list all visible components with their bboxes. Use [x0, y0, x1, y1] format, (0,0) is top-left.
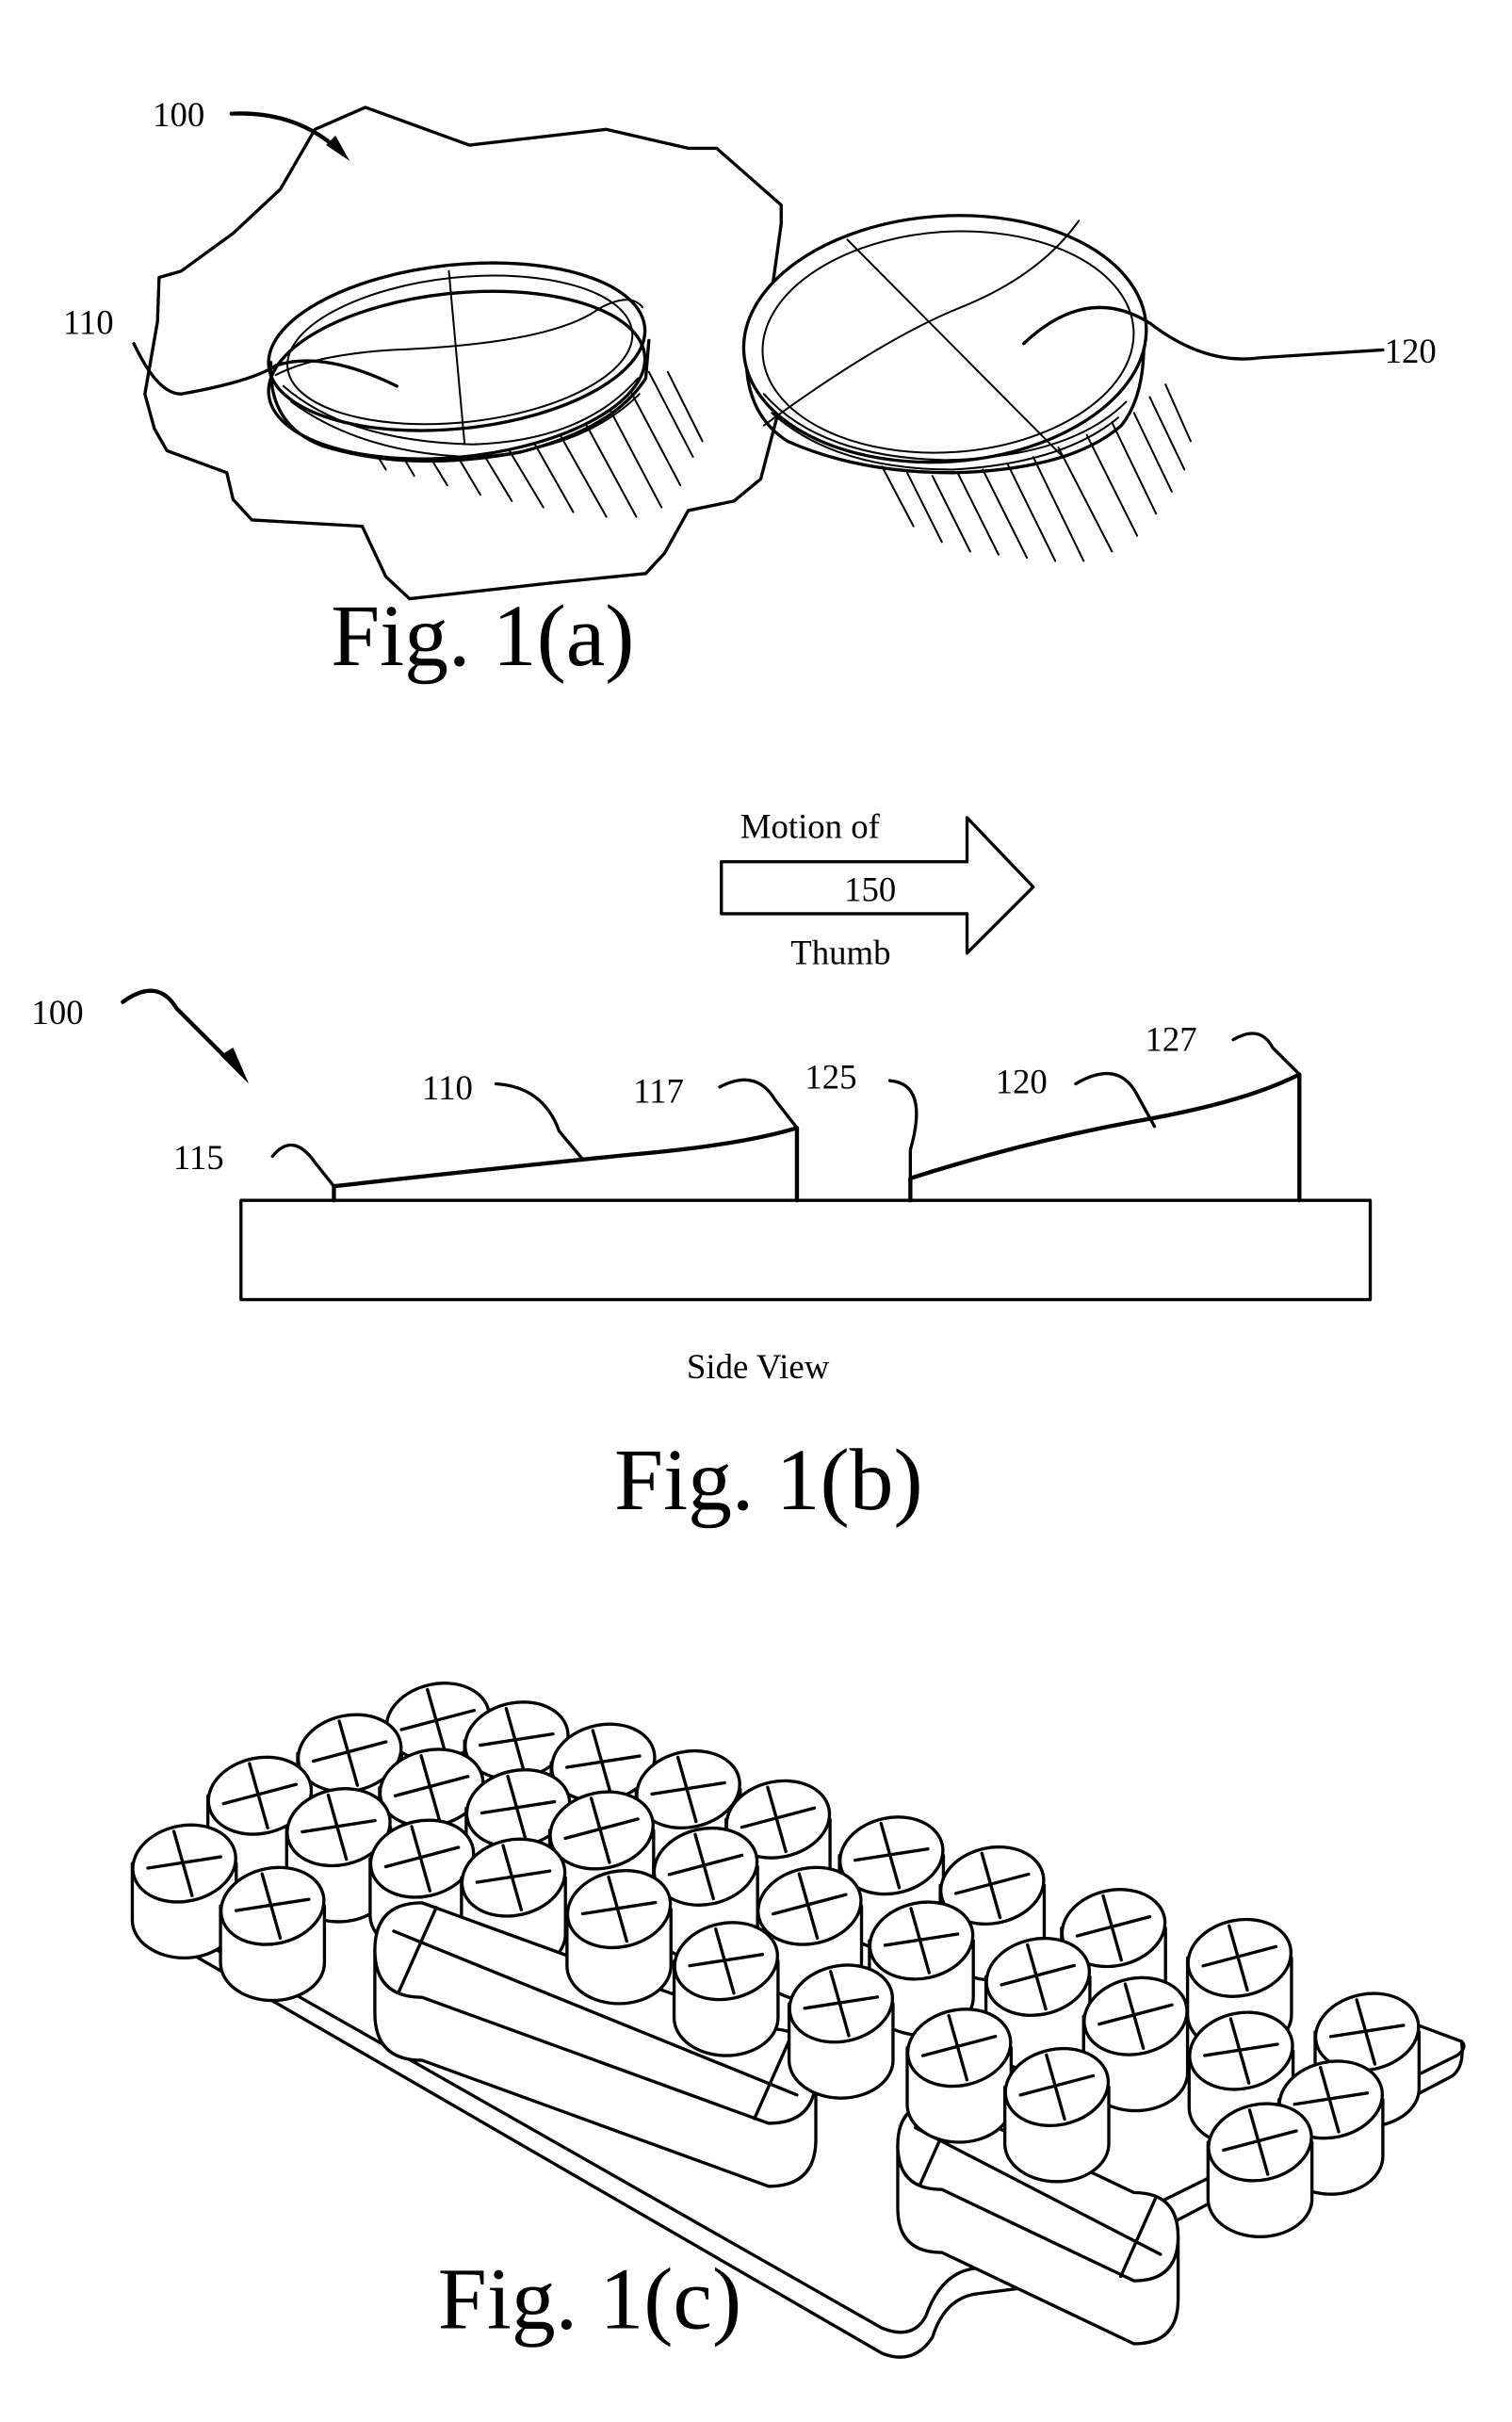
motion-arrow-150: Motion of 150 Thumb — [720, 807, 1035, 971]
ref-label-120-fig1a: 120 — [1385, 332, 1437, 370]
leader-125 — [887, 1079, 919, 1180]
leader-100a — [229, 111, 346, 157]
leader-115 — [270, 1143, 336, 1188]
figure-1b: Motion of 150 Thumb 100 115 110 117 125 … — [31, 807, 1373, 1529]
figure-1a: 100 110 120 Fig. 1(a) — [63, 95, 1437, 685]
leader-100b — [121, 988, 242, 1074]
leader-127 — [1231, 1032, 1301, 1077]
base-substrate — [239, 1198, 1373, 1302]
arrow-text-thumb: Thumb — [790, 933, 890, 971]
ref-label-117: 117 — [633, 1072, 684, 1111]
patent-drawing-sheet: 100 110 120 Fig. 1(a) Motion of 150 Thum… — [31, 95, 1466, 2359]
ref-label-125: 125 — [805, 1058, 856, 1097]
figure-caption-1a: Fig. 1(a) — [331, 588, 634, 685]
arrow-text-motion-of: Motion of — [740, 807, 881, 846]
ref-label-127: 127 — [1145, 1019, 1196, 1058]
arrowhead-100b — [220, 1048, 250, 1084]
key-120-drawing — [741, 214, 1148, 475]
key-120-profile — [908, 1072, 1302, 1203]
ref-label-100-fig1b: 100 — [31, 993, 83, 1032]
figure-caption-1c: Fig. 1(c) — [438, 2251, 741, 2348]
ref-label-100-fig1a: 100 — [153, 95, 204, 134]
leader-110b — [494, 1081, 585, 1162]
leader-117 — [718, 1078, 799, 1130]
ref-label-110-fig1b: 110 — [422, 1068, 473, 1107]
ref-label-120-fig1b: 120 — [996, 1063, 1048, 1101]
side-view-label: Side View — [687, 1347, 830, 1386]
arrow-ref-150: 150 — [844, 870, 896, 909]
ref-label-115: 115 — [173, 1138, 224, 1177]
figure-1c: Fig. 1(c) — [130, 1682, 1466, 2359]
figure-caption-1b: Fig. 1(b) — [614, 1432, 923, 1529]
ref-label-110-fig1a: 110 — [63, 303, 114, 342]
arrowhead-100a — [326, 136, 350, 161]
